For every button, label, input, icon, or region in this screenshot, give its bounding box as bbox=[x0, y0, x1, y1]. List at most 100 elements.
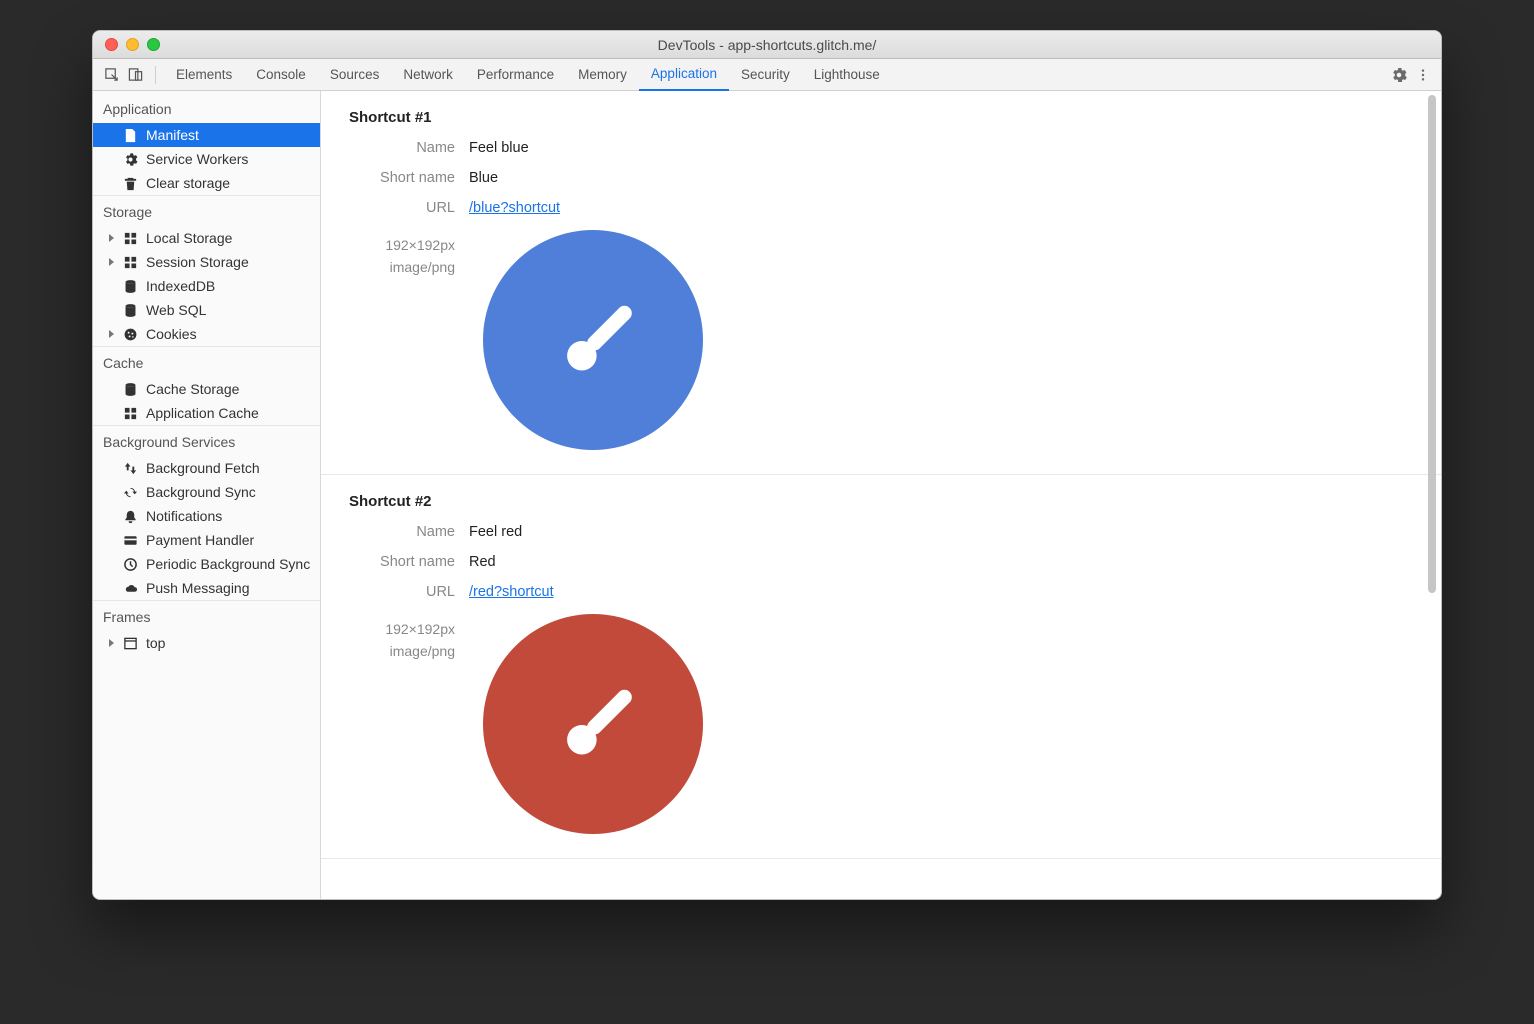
devtools-window: DevTools - app-shortcuts.glitch.me/ Elem… bbox=[92, 30, 1442, 900]
application-sidebar: Application Manifest Service Workers Clear … bbox=[93, 91, 321, 899]
field-value: Feel blue bbox=[469, 140, 529, 156]
tab-network[interactable]: Network bbox=[391, 59, 465, 91]
close-window-button[interactable] bbox=[105, 38, 118, 51]
panel-body: Application Manifest Service Workers Clear … bbox=[93, 91, 1441, 899]
sidebar-item-cookies[interactable]: Cookies bbox=[93, 322, 320, 346]
sidebar-item-application-cache[interactable]: Application Cache bbox=[93, 401, 320, 425]
tab-application[interactable]: Application bbox=[639, 59, 729, 91]
sidebar-item-indexeddb[interactable]: IndexedDB bbox=[93, 274, 320, 298]
icon-size: 192×192px bbox=[349, 618, 455, 640]
sidebar-group-title: Cache bbox=[93, 346, 320, 377]
sidebar-item-label: Payment Handler bbox=[146, 532, 254, 548]
sidebar-item-web-sql[interactable]: Web SQL bbox=[93, 298, 320, 322]
shortcut-icon bbox=[483, 230, 703, 450]
sidebar-item-label: Push Messaging bbox=[146, 580, 250, 596]
field-label: Short name bbox=[349, 554, 469, 570]
sidebar-item-push-messaging[interactable]: Push Messaging bbox=[93, 576, 320, 600]
disclosure-triangle-icon[interactable] bbox=[109, 639, 114, 647]
tab-lighthouse[interactable]: Lighthouse bbox=[802, 59, 892, 91]
updown-icon bbox=[122, 460, 138, 476]
sidebar-item-label: Clear storage bbox=[146, 175, 230, 191]
inspect-icon[interactable] bbox=[99, 63, 123, 87]
sidebar-item-label: IndexedDB bbox=[146, 278, 215, 294]
tab-sources[interactable]: Sources bbox=[318, 59, 392, 91]
trash-icon bbox=[122, 175, 138, 191]
sidebar-item-label: Cookies bbox=[146, 326, 197, 342]
sidebar-group-title: Frames bbox=[93, 600, 320, 631]
shortcut-url-link[interactable]: /blue?shortcut bbox=[469, 200, 560, 216]
sidebar-item-background-fetch[interactable]: Background Fetch bbox=[93, 456, 320, 480]
field-value: Blue bbox=[469, 170, 498, 186]
settings-icon[interactable] bbox=[1387, 63, 1411, 87]
sidebar-item-label: Manifest bbox=[146, 127, 199, 143]
shortcut-heading: Shortcut #1 bbox=[349, 109, 1413, 126]
sidebar-item-label: Local Storage bbox=[146, 230, 232, 246]
tab-console[interactable]: Console bbox=[244, 59, 318, 91]
tabstrip: ElementsConsoleSourcesNetworkPerformance… bbox=[93, 59, 1441, 91]
shortcut-url-link[interactable]: /red?shortcut bbox=[469, 584, 554, 600]
window-title: DevTools - app-shortcuts.glitch.me/ bbox=[93, 37, 1441, 53]
cloud-icon bbox=[122, 580, 138, 596]
sidebar-item-label: Background Fetch bbox=[146, 460, 260, 476]
sidebar-item-payment-handler[interactable]: Payment Handler bbox=[93, 528, 320, 552]
icon-mime: image/png bbox=[349, 256, 455, 278]
titlebar: DevTools - app-shortcuts.glitch.me/ bbox=[93, 31, 1441, 59]
minimize-window-button[interactable] bbox=[126, 38, 139, 51]
device-toolbar-icon[interactable] bbox=[123, 63, 147, 87]
card-icon bbox=[122, 532, 138, 548]
field-label: URL bbox=[349, 584, 469, 600]
db-icon bbox=[122, 381, 138, 397]
field-label: Name bbox=[349, 524, 469, 540]
shortcut-block: Shortcut #2NameFeel redShort nameRedURL/… bbox=[321, 475, 1441, 859]
tab-performance[interactable]: Performance bbox=[465, 59, 566, 91]
field-label: URL bbox=[349, 200, 469, 216]
disclosure-triangle-icon[interactable] bbox=[109, 258, 114, 266]
sidebar-item-label: Service Workers bbox=[146, 151, 248, 167]
sidebar-item-clear-storage[interactable]: Clear storage bbox=[93, 171, 320, 195]
icon-size: 192×192px bbox=[349, 234, 455, 256]
sidebar-item-background-sync[interactable]: Background Sync bbox=[93, 480, 320, 504]
sidebar-item-label: Periodic Background Sync bbox=[146, 556, 310, 572]
sidebar-item-label: Cache Storage bbox=[146, 381, 239, 397]
icon-meta: 192×192pximage/png bbox=[349, 230, 469, 279]
sidebar-item-periodic-background-sync[interactable]: Periodic Background Sync bbox=[93, 552, 320, 576]
sidebar-item-session-storage[interactable]: Session Storage bbox=[93, 250, 320, 274]
sidebar-group-title: Background Services bbox=[93, 425, 320, 456]
manifest-panel: Shortcut #1NameFeel blueShort nameBlueUR… bbox=[321, 91, 1441, 899]
disclosure-triangle-icon[interactable] bbox=[109, 330, 114, 338]
sidebar-item-manifest[interactable]: Manifest bbox=[93, 123, 320, 147]
field-value: Feel red bbox=[469, 524, 522, 540]
sidebar-item-label: Session Storage bbox=[146, 254, 249, 270]
sidebar-item-label: Background Sync bbox=[146, 484, 256, 500]
field-label: Name bbox=[349, 140, 469, 156]
frame-icon bbox=[122, 635, 138, 651]
icon-mime: image/png bbox=[349, 640, 455, 662]
sidebar-item-label: Application Cache bbox=[146, 405, 259, 421]
db-icon bbox=[122, 278, 138, 294]
sidebar-item-local-storage[interactable]: Local Storage bbox=[93, 226, 320, 250]
icon-meta: 192×192pximage/png bbox=[349, 614, 469, 663]
sidebar-group-title: Storage bbox=[93, 195, 320, 226]
scrollbar[interactable] bbox=[1425, 93, 1439, 897]
grid-icon bbox=[122, 405, 138, 421]
gear-icon bbox=[122, 151, 138, 167]
more-icon[interactable] bbox=[1411, 63, 1435, 87]
sidebar-item-top[interactable]: top bbox=[93, 631, 320, 655]
tab-security[interactable]: Security bbox=[729, 59, 802, 91]
grid-icon bbox=[122, 254, 138, 270]
shortcut-block: Shortcut #1NameFeel blueShort nameBlueUR… bbox=[321, 91, 1441, 475]
cookie-icon bbox=[122, 326, 138, 342]
maximize-window-button[interactable] bbox=[147, 38, 160, 51]
sidebar-item-service-workers[interactable]: Service Workers bbox=[93, 147, 320, 171]
db-icon bbox=[122, 302, 138, 318]
grid-icon bbox=[122, 230, 138, 246]
disclosure-triangle-icon[interactable] bbox=[109, 234, 114, 242]
tab-elements[interactable]: Elements bbox=[164, 59, 244, 91]
sidebar-group-title: Application bbox=[93, 91, 320, 123]
sidebar-item-label: top bbox=[146, 635, 165, 651]
sidebar-item-cache-storage[interactable]: Cache Storage bbox=[93, 377, 320, 401]
bell-icon bbox=[122, 508, 138, 524]
sidebar-item-notifications[interactable]: Notifications bbox=[93, 504, 320, 528]
tab-memory[interactable]: Memory bbox=[566, 59, 639, 91]
clock-icon bbox=[122, 556, 138, 572]
